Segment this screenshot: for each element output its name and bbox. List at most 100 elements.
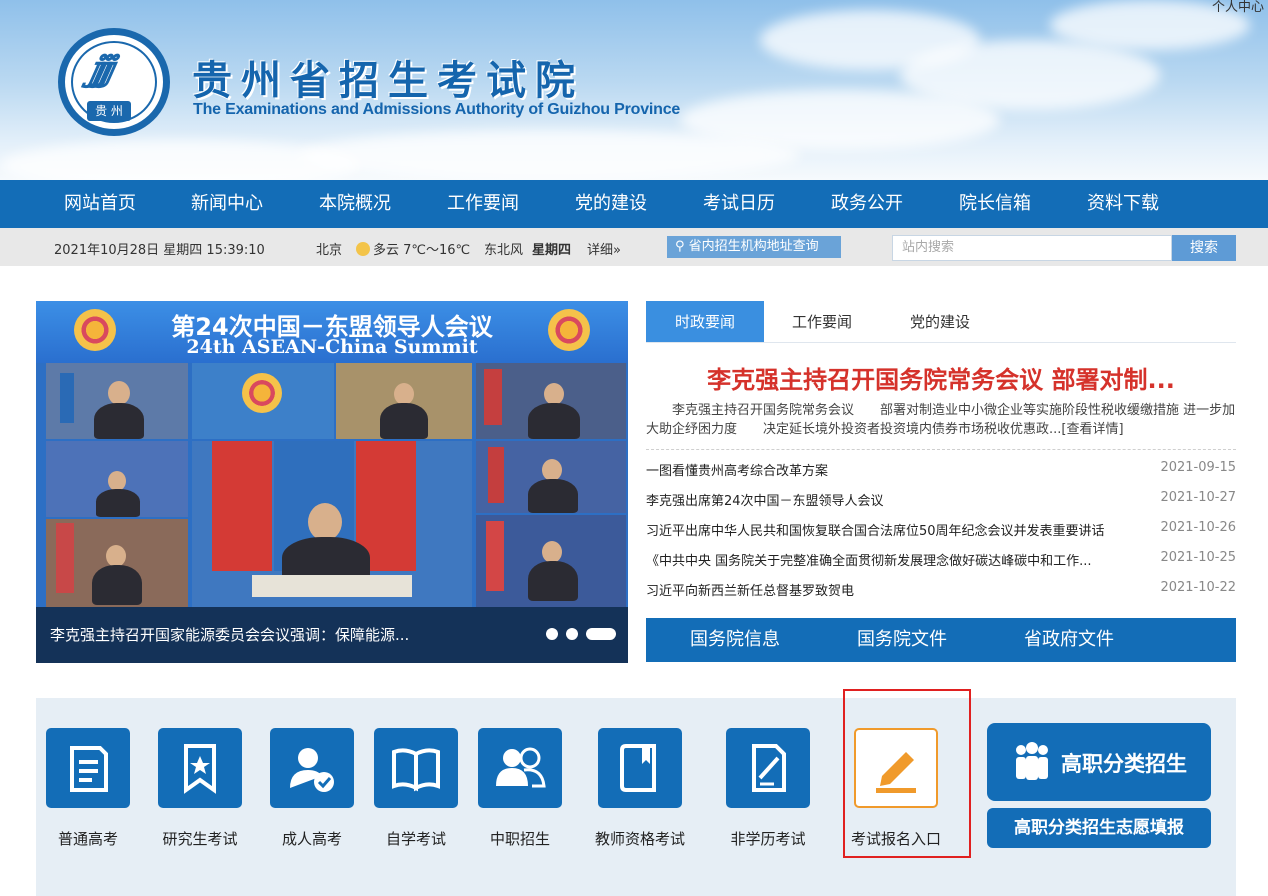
service-label[interactable]: 教师资格考试 <box>585 828 695 849</box>
nav-item-mailbox[interactable]: 院长信箱 <box>959 180 1031 228</box>
tab-party-building[interactable]: 党的建设 <box>880 301 1000 343</box>
weather-weekday: 星期四 <box>532 243 572 258</box>
gov-council-docs-link[interactable]: 国务院文件 <box>857 618 947 662</box>
asean-emblem-icon <box>242 373 282 413</box>
nav-item-home[interactable]: 网站首页 <box>64 180 136 228</box>
news-list-item[interactable]: 《中共中央 国务院关于完整准确全面贯彻新发展理念做好碳达峰碳中和工作... 20… <box>646 550 1236 570</box>
province-docs-link[interactable]: 省政府文件 <box>1024 618 1114 662</box>
carousel-dot[interactable] <box>566 628 578 640</box>
service-teacher-button[interactable] <box>598 728 682 808</box>
video-tile <box>476 441 626 513</box>
gov-council-info-link[interactable]: 国务院信息 <box>690 618 780 662</box>
news-list-item[interactable]: 习近平向新西兰新任总督基罗致贺电 2021-10-22 <box>646 580 1236 600</box>
tab-politics-news[interactable]: 时政要闻 <box>646 301 764 343</box>
service-gaokao-button[interactable] <box>46 728 130 808</box>
service-vocational-button[interactable] <box>478 728 562 808</box>
service-adult-button[interactable] <box>270 728 354 808</box>
sun-icon <box>356 242 370 256</box>
news-title[interactable]: 习近平出席中华人民共和国恢复联合国合法席位50周年纪念会议并发表重要讲话 <box>646 520 1136 539</box>
vocational-classified-admission-label: 高职分类招生 <box>1061 752 1187 776</box>
address-query-button[interactable]: ⚲ 省内招生机构地址查询 <box>667 236 841 258</box>
nav-item-downloads[interactable]: 资料下载 <box>1087 180 1159 228</box>
highlight-box <box>843 689 971 858</box>
open-book-icon <box>392 748 440 792</box>
service-label[interactable]: 非学历考试 <box>713 828 823 849</box>
news-date: 2021-10-26 <box>1160 520 1236 535</box>
weather-info: 多云 7℃～16℃ <box>356 239 470 258</box>
address-query-label: 省内招生机构地址查询 <box>688 239 819 254</box>
weather-text: 多云 7℃～16℃ <box>373 243 471 258</box>
personal-center-link[interactable]: 个人中心 <box>1212 0 1264 15</box>
nav-item-work-news[interactable]: 工作要闻 <box>447 180 519 228</box>
headline-link[interactable]: 李克强主持召开国务院常务会议 部署对制... <box>646 360 1236 395</box>
logo-label: 贵 州 <box>87 101 131 121</box>
person-face <box>108 381 130 405</box>
news-list-item[interactable]: 习近平出席中华人民共和国恢复联合国合法席位50周年纪念会议并发表重要讲话 202… <box>646 520 1236 540</box>
site-title-en: The Examinations and Admissions Authorit… <box>193 101 681 118</box>
vocational-classified-admission-button[interactable]: 高职分类招生 <box>987 723 1211 801</box>
tab-work-news[interactable]: 工作要闻 <box>766 301 878 343</box>
news-date: 2021-10-27 <box>1160 490 1236 505</box>
service-non-degree-button[interactable] <box>726 728 810 808</box>
service-label[interactable]: 研究生考试 <box>145 828 255 849</box>
nav-item-gov-affairs[interactable]: 政务公开 <box>831 180 903 228</box>
carousel-dot-active[interactable] <box>586 628 616 640</box>
search-button[interactable]: 搜索 <box>1172 235 1236 261</box>
vocational-volunteer-fill-button[interactable]: 高职分类招生志愿填报 <box>987 808 1211 848</box>
person-face <box>308 503 342 541</box>
flag <box>484 369 502 425</box>
video-tile <box>46 519 188 607</box>
person-face <box>108 471 126 491</box>
nav-item-about[interactable]: 本院概况 <box>319 180 391 228</box>
weather-detail-link[interactable]: 详细» <box>587 239 621 258</box>
news-title[interactable]: 一图看懂贵州高考综合改革方案 <box>646 460 1136 479</box>
site-header: 个人中心 ⅉⅉⅉ 贵 州 贵州省招生考试院 The Examinations a… <box>0 0 1268 180</box>
tab-divider <box>646 342 1236 343</box>
person <box>92 565 142 605</box>
location-pin-icon: ⚲ <box>675 239 689 254</box>
news-date: 2021-10-25 <box>1160 550 1236 565</box>
person-face <box>544 383 564 405</box>
service-label[interactable]: 成人高考 <box>257 828 367 849</box>
dashed-divider <box>646 449 1236 450</box>
service-label[interactable]: 中职招生 <box>465 828 575 849</box>
nav-item-party[interactable]: 党的建设 <box>575 180 647 228</box>
site-logo[interactable]: ⅉⅉⅉ 贵 州 <box>58 28 170 136</box>
bookmark-star-icon <box>184 744 216 794</box>
carousel-dot[interactable] <box>546 628 558 640</box>
news-list-item[interactable]: 李克强出席第24次中国－东盟领导人会议 2021-10-27 <box>646 490 1236 510</box>
headline-summary[interactable]: 李克强主持召开国务院常务会议 部署对制造业中小微企业等实施阶段性税收缓缴措施 进… <box>646 401 1236 439</box>
document-icon <box>70 746 108 792</box>
news-banner-carousel[interactable]: 第24次中国－东盟领导人会议 24th ASEAN-China Summit 李… <box>36 301 628 663</box>
main-nav: 网站首页 新闻中心 本院概况 工作要闻 党的建设 考试日历 政务公开 院长信箱 … <box>0 180 1268 228</box>
video-tile <box>476 363 626 439</box>
person-face <box>542 459 562 481</box>
nav-item-news[interactable]: 新闻中心 <box>191 180 263 228</box>
banner-caption[interactable]: 李克强主持召开国家能源委员会会议强调：保障能源... <box>50 624 409 645</box>
main-video-tile <box>192 441 472 607</box>
nav-item-calendar[interactable]: 考试日历 <box>703 180 775 228</box>
logo-stroke-icon: ⅉⅉⅉ <box>89 49 114 89</box>
service-label[interactable]: 自学考试 <box>361 828 471 849</box>
flag <box>488 447 504 503</box>
person-face <box>106 545 126 567</box>
site-search-input[interactable]: 站内搜索 <box>892 235 1172 261</box>
service-label[interactable]: 普通高考 <box>33 828 143 849</box>
news-date: 2021-09-15 <box>1160 460 1236 475</box>
news-list-item[interactable]: 一图看懂贵州高考综合改革方案 2021-09-15 <box>646 460 1236 480</box>
news-title[interactable]: 习近平向新西兰新任总督基罗致贺电 <box>646 580 1136 599</box>
person <box>528 561 578 601</box>
news-title[interactable]: 李克强出席第24次中国－东盟领导人会议 <box>646 490 1136 509</box>
person-face <box>394 383 414 405</box>
news-title[interactable]: 《中共中央 国务院关于完整准确全面贯彻新发展理念做好碳达峰碳中和工作... <box>646 550 1136 569</box>
flag-china <box>212 441 272 571</box>
group-icon <box>1016 742 1048 780</box>
cloud-decoration <box>300 130 800 180</box>
video-tile <box>46 363 188 439</box>
flag <box>486 521 504 591</box>
service-graduate-button[interactable] <box>158 728 242 808</box>
edit-document-icon <box>752 744 786 792</box>
gov-info-nav: 国务院信息 国务院文件 省政府文件 <box>646 618 1236 662</box>
site-title: 贵州省招生考试院 <box>192 57 584 104</box>
service-self-study-button[interactable] <box>374 728 458 808</box>
